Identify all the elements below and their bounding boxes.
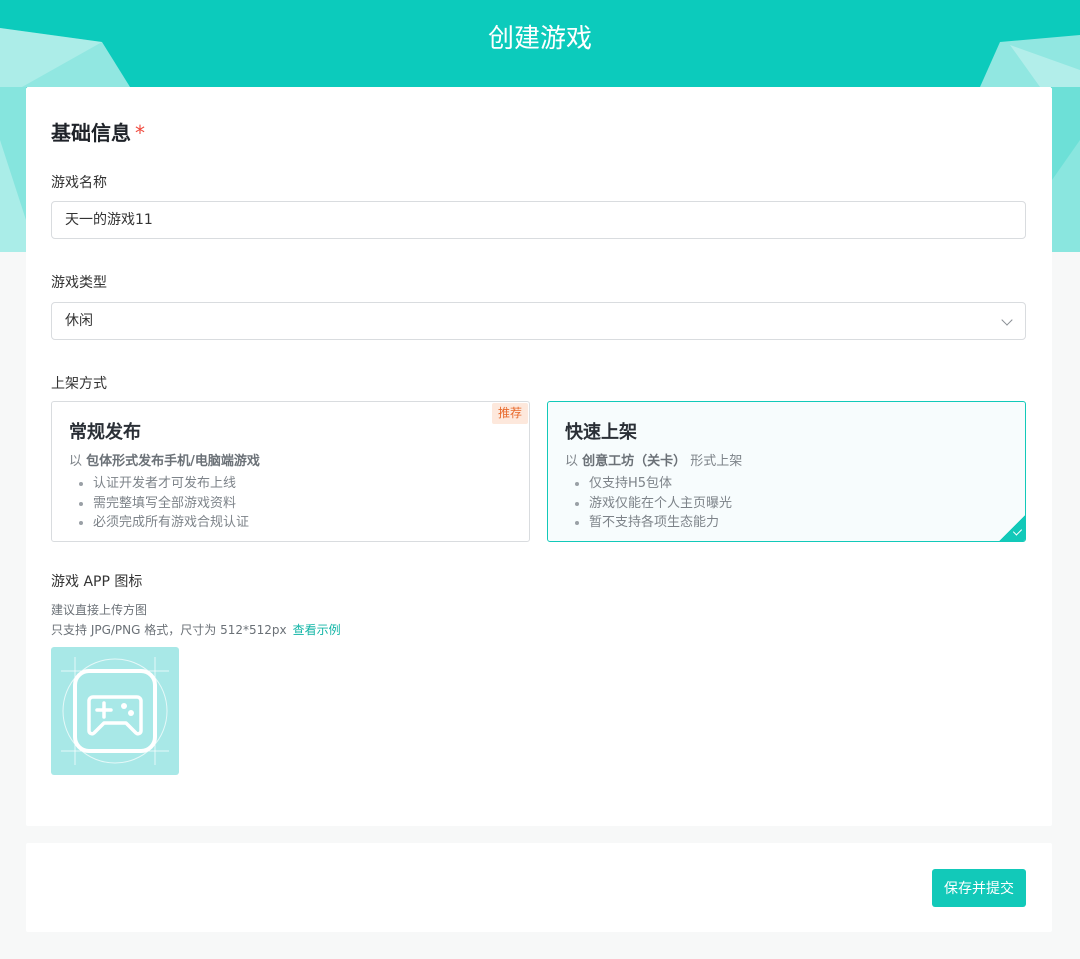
section-title: 基础信息 * — [51, 117, 145, 146]
option-desc-bold: 包体形式发布手机/电脑端游戏 — [86, 454, 260, 469]
footer-bar: 保存并提交 — [26, 843, 1052, 932]
option-title: 常规发布 — [69, 422, 141, 443]
gamepad-icon — [61, 657, 169, 765]
listing-option-regular[interactable]: 常规发布 推荐 以 包体形式发布手机/电脑端游戏 认证开发者才可发布上线 需完整… — [51, 401, 530, 542]
listing-option-quick[interactable]: 快速上架 以 创意工坊（关卡） 形式上架 仅支持H5包体 游戏仅能在个人主页曝光… — [547, 401, 1026, 542]
list-item: 需完整填写全部游戏资料 — [93, 494, 249, 514]
list-item: 暂不支持各项生态能力 — [589, 513, 732, 533]
game-name-input[interactable]: 天一的游戏11 — [51, 201, 1026, 239]
page-title: 创建游戏 — [487, 24, 592, 54]
list-item: 游戏仅能在个人主页曝光 — [589, 494, 732, 514]
option-desc-bold: 创意工坊（关卡） — [582, 454, 687, 469]
recommend-badge: 推荐 — [491, 403, 528, 424]
chevron-down-icon — [1001, 314, 1013, 326]
option-desc-prefix: 以 — [565, 454, 583, 469]
view-example-link[interactable]: 查看示例 — [293, 623, 341, 637]
game-type-value: 休闲 — [65, 313, 93, 329]
listing-method-label: 上架方式 — [51, 376, 107, 392]
app-icon-upload[interactable] — [51, 647, 179, 775]
game-type-select[interactable]: 休闲 — [51, 302, 1026, 340]
option-description: 以 包体形式发布手机/电脑端游戏 — [69, 450, 260, 469]
form-card: 基础信息 * 游戏名称 天一的游戏11 游戏类型 休闲 上架方式 常规发布 推荐 … — [26, 87, 1052, 826]
list-item: 必须完成所有游戏合规认证 — [93, 513, 249, 533]
option-desc-suffix: 形式上架 — [686, 454, 743, 469]
option-description: 以 创意工坊（关卡） 形式上架 — [565, 450, 742, 469]
game-type-label: 游戏类型 — [51, 275, 107, 291]
list-item: 仅支持H5包体 — [589, 474, 732, 494]
option-feature-list: 认证开发者才可发布上线 需完整填写全部游戏资料 必须完成所有游戏合规认证 — [93, 474, 249, 533]
list-item: 认证开发者才可发布上线 — [93, 474, 249, 494]
app-icon-label: 游戏 APP 图标 — [51, 574, 143, 590]
required-mark: * — [135, 121, 145, 145]
format-hint-text: 只支持 JPG/PNG 格式，尺寸为 512*512px — [51, 623, 287, 637]
selected-check-icon — [999, 515, 1025, 541]
app-icon-hint: 建议直接上传方图 — [51, 603, 148, 617]
option-title: 快速上架 — [565, 422, 637, 443]
game-name-label: 游戏名称 — [51, 175, 107, 191]
section-title-text: 基础信息 — [51, 121, 131, 145]
option-feature-list: 仅支持H5包体 游戏仅能在个人主页曝光 暂不支持各项生态能力 — [589, 474, 732, 533]
option-desc-prefix: 以 — [69, 454, 87, 469]
save-submit-button[interactable]: 保存并提交 — [932, 869, 1026, 907]
app-icon-format-hint: 只支持 JPG/PNG 格式，尺寸为 512*512px 查看示例 — [51, 621, 341, 638]
